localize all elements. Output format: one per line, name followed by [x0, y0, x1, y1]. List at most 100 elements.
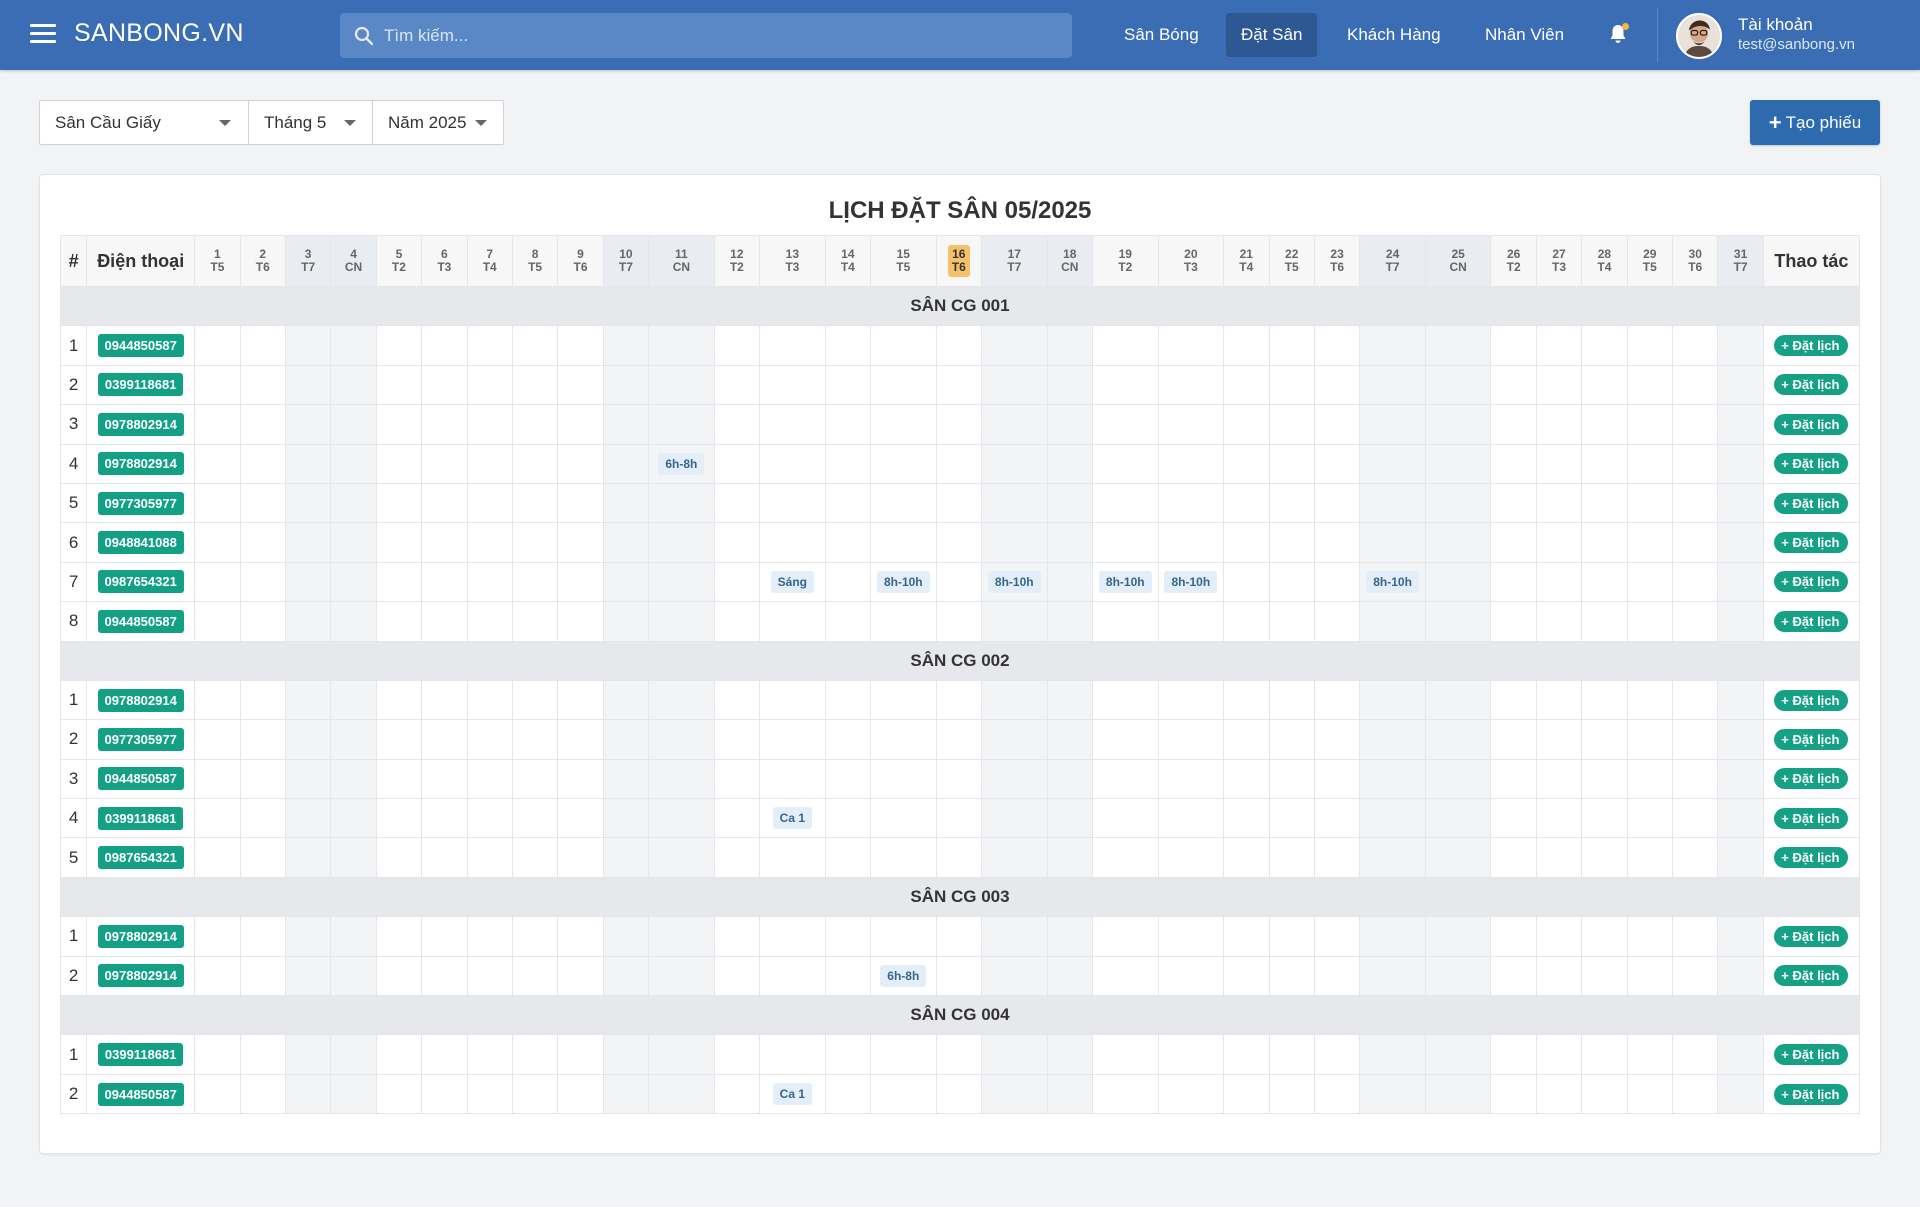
day-cell[interactable]: [1359, 404, 1426, 445]
day-cell[interactable]: [239, 837, 286, 878]
day-cell[interactable]: [421, 404, 468, 445]
account-name[interactable]: Tài khoản: [1738, 15, 1813, 35]
day-cell[interactable]: [330, 679, 377, 721]
day-cell[interactable]: [1626, 325, 1674, 366]
day-cell[interactable]: [980, 404, 1048, 445]
day-cell[interactable]: [1490, 443, 1537, 484]
day-cell[interactable]: [1046, 758, 1093, 800]
day-cell[interactable]: [1223, 601, 1270, 642]
day-cell[interactable]: [870, 916, 937, 957]
day-cell[interactable]: [1626, 916, 1674, 957]
day-cell[interactable]: [1268, 719, 1315, 760]
phone-badge[interactable]: 0987654321: [97, 846, 184, 870]
day-cell[interactable]: [1223, 955, 1270, 997]
day-cell[interactable]: [1359, 798, 1426, 839]
day-cell[interactable]: [1490, 404, 1537, 445]
day-cell[interactable]: [466, 758, 513, 800]
booking-badge[interactable]: 8h-10h: [1164, 570, 1218, 593]
day-cell[interactable]: [713, 404, 761, 445]
day-cell[interactable]: 8h-10h: [870, 561, 937, 603]
day-cell[interactable]: [759, 482, 826, 524]
day-cell[interactable]: [421, 798, 468, 839]
day-cell[interactable]: [466, 482, 513, 524]
booking-badge[interactable]: Ca 1: [772, 807, 813, 830]
day-cell[interactable]: [980, 364, 1048, 406]
day-cell[interactable]: [870, 679, 937, 721]
create-ticket-button[interactable]: + Tạo phiếu: [1750, 100, 1880, 145]
day-cell[interactable]: [1268, 404, 1315, 445]
phone-badge[interactable]: 0948841088: [97, 531, 184, 555]
day-cell[interactable]: [466, 1034, 513, 1075]
day-cell[interactable]: [935, 325, 982, 366]
day-cell[interactable]: [1626, 482, 1674, 524]
phone-badge[interactable]: 0944850587: [97, 334, 184, 358]
day-cell[interactable]: [194, 1034, 241, 1075]
day-cell[interactable]: [1091, 916, 1159, 957]
day-cell[interactable]: [1535, 1034, 1583, 1075]
day-cell[interactable]: [1313, 719, 1361, 760]
day-cell[interactable]: [1268, 758, 1315, 800]
day-cell[interactable]: Sáng: [759, 561, 826, 603]
day-cell[interactable]: [1671, 522, 1719, 563]
day-cell[interactable]: [602, 955, 650, 997]
day-cell[interactable]: [1359, 955, 1426, 997]
day-cell[interactable]: [1313, 1034, 1361, 1075]
day-cell[interactable]: [1581, 719, 1628, 760]
day-cell[interactable]: [1268, 561, 1315, 603]
day-cell[interactable]: [935, 955, 982, 997]
day-cell[interactable]: [284, 719, 332, 760]
day-cell[interactable]: [1091, 719, 1159, 760]
day-cell[interactable]: [557, 955, 604, 997]
day-cell[interactable]: [1157, 522, 1225, 563]
day-cell[interactable]: [330, 916, 377, 957]
day-cell[interactable]: [1424, 482, 1492, 524]
venue-select[interactable]: Sân Cầu Giấy: [40, 101, 249, 144]
day-cell[interactable]: [1717, 325, 1764, 366]
day-cell[interactable]: [421, 443, 468, 484]
day-cell[interactable]: [1490, 916, 1537, 957]
day-cell[interactable]: [1046, 679, 1093, 721]
day-cell[interactable]: [1313, 837, 1361, 878]
day-cell[interactable]: [421, 955, 468, 997]
day-cell[interactable]: [1626, 679, 1674, 721]
day-cell[interactable]: [284, 443, 332, 484]
day-cell[interactable]: [284, 1073, 332, 1115]
day-cell[interactable]: [511, 482, 559, 524]
day-cell[interactable]: [511, 916, 559, 957]
day-cell[interactable]: [759, 837, 826, 878]
day-cell[interactable]: [421, 758, 468, 800]
day-cell[interactable]: [1717, 679, 1764, 721]
day-cell[interactable]: [713, 679, 761, 721]
day-cell[interactable]: [1490, 522, 1537, 563]
day-cell[interactable]: [602, 916, 650, 957]
day-cell[interactable]: [1046, 1073, 1093, 1115]
phone-badge[interactable]: 0978802914: [97, 412, 184, 436]
day-cell[interactable]: [1626, 837, 1674, 878]
day-cell[interactable]: [284, 955, 332, 997]
day-cell[interactable]: [1535, 443, 1583, 484]
day-cell[interactable]: [935, 916, 982, 957]
day-cell[interactable]: [1223, 679, 1270, 721]
day-cell[interactable]: [935, 443, 982, 484]
day-cell[interactable]: [239, 679, 286, 721]
book-button[interactable]: + Đặt lịch: [1774, 807, 1849, 829]
phone-badge[interactable]: 0944850587: [97, 609, 184, 633]
day-cell[interactable]: [194, 837, 241, 878]
day-cell[interactable]: [824, 837, 872, 878]
day-cell[interactable]: [1359, 443, 1426, 484]
day-cell[interactable]: [824, 955, 872, 997]
day-cell[interactable]: [466, 719, 513, 760]
day-cell[interactable]: [1424, 955, 1492, 997]
day-cell[interactable]: [1490, 1034, 1537, 1075]
book-button[interactable]: + Đặt lịch: [1774, 335, 1849, 357]
day-cell[interactable]: [824, 443, 872, 484]
day-cell[interactable]: [602, 798, 650, 839]
book-button[interactable]: + Đặt lịch: [1774, 689, 1849, 711]
day-cell[interactable]: [330, 955, 377, 997]
day-cell[interactable]: [870, 1034, 937, 1075]
book-button[interactable]: + Đặt lịch: [1774, 1083, 1849, 1105]
day-cell[interactable]: [239, 798, 286, 839]
user-avatar[interactable]: [1676, 13, 1722, 59]
day-cell[interactable]: [759, 364, 826, 406]
day-cell[interactable]: [239, 1073, 286, 1115]
